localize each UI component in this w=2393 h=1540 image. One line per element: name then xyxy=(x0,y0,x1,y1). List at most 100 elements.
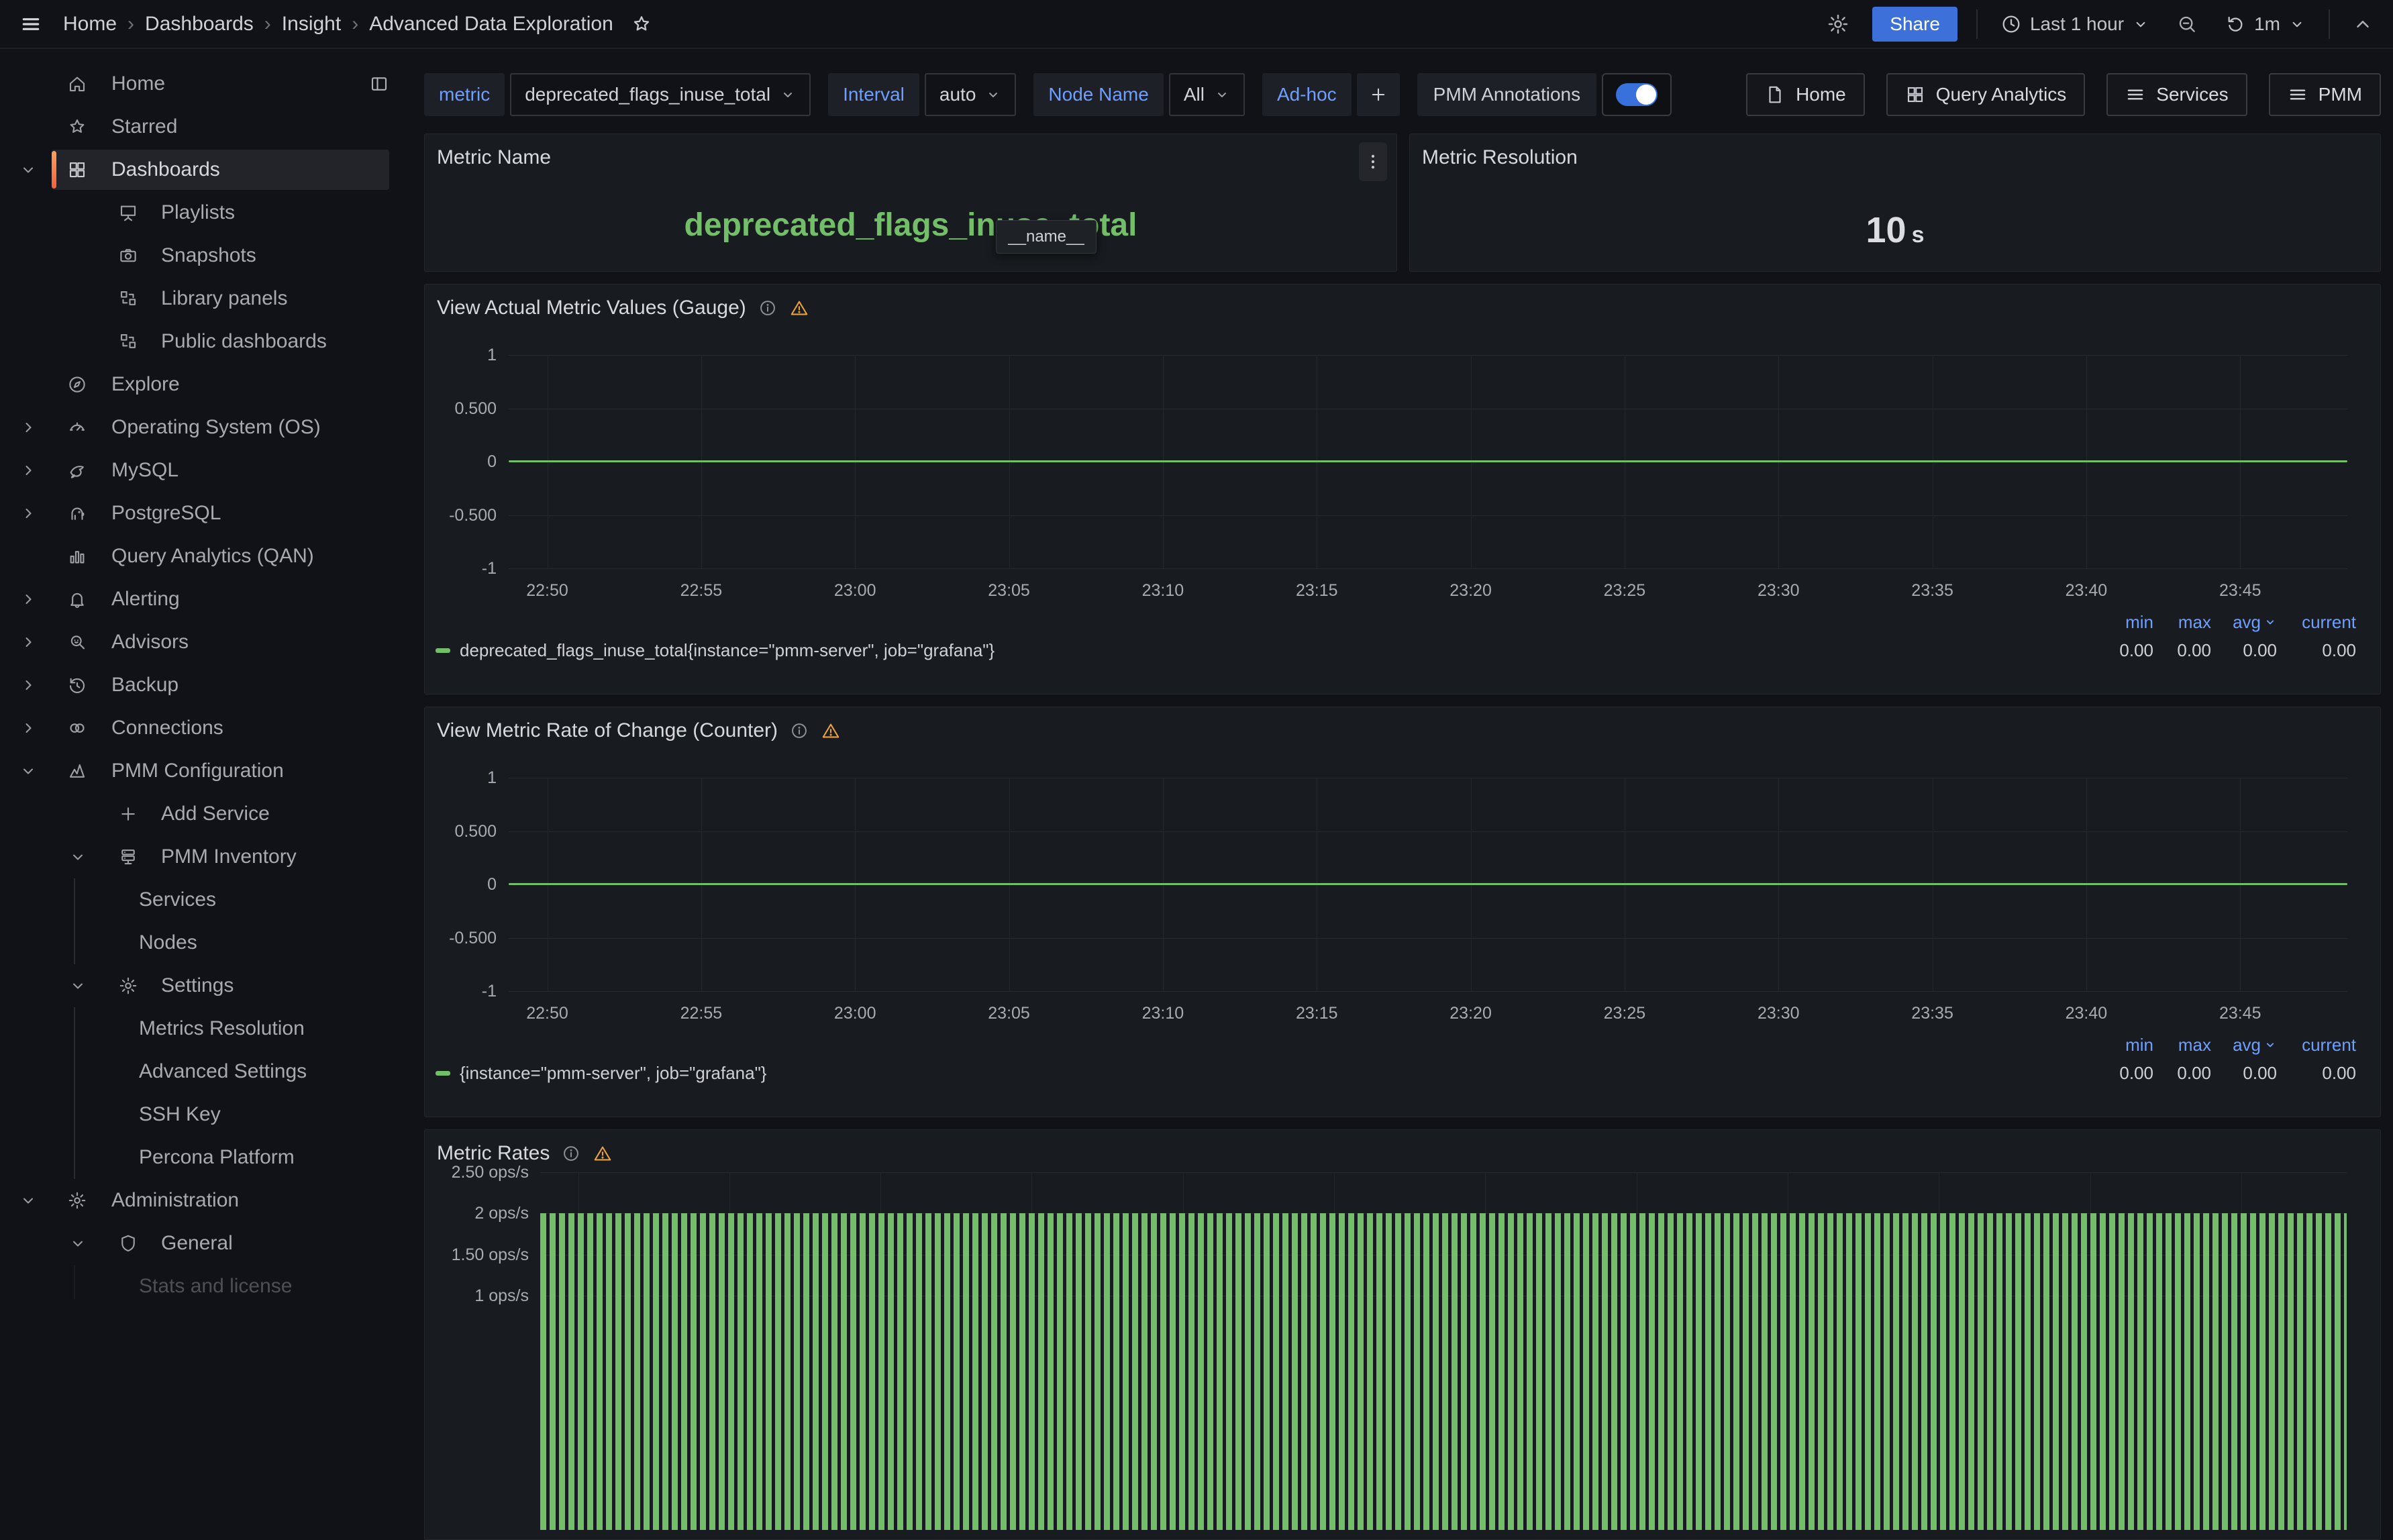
legend-header-min[interactable]: min xyxy=(2100,612,2153,633)
legend-series[interactable]: {instance="pmm-server", job="grafana"} xyxy=(436,1063,2100,1084)
sidebar-item-home[interactable]: Home xyxy=(0,62,424,105)
panel-menu-kebab-icon[interactable] xyxy=(1359,142,1387,181)
sidebar-item-starred[interactable]: Starred xyxy=(0,105,424,148)
legend-header-avg[interactable]: avg xyxy=(2211,612,2277,633)
legend-header-current[interactable]: current xyxy=(2277,1035,2356,1056)
legend-header-avg[interactable]: avg xyxy=(2211,1035,2277,1056)
link-button-home[interactable]: Home xyxy=(1746,73,1865,116)
sidebar-item-stats-and-license[interactable]: Stats and license xyxy=(0,1265,424,1299)
chevron-down-icon[interactable] xyxy=(20,1192,36,1209)
refresh-picker[interactable]: 1m xyxy=(2221,13,2310,36)
share-button[interactable]: Share xyxy=(1872,7,1957,42)
dashboard-settings-gear-icon[interactable] xyxy=(1823,12,1853,36)
chevron-down-icon[interactable] xyxy=(70,1235,86,1251)
x-axis-label: 23:35 xyxy=(1911,581,1953,601)
sidebar-item-general[interactable]: General xyxy=(0,1222,424,1265)
chevron-down-icon[interactable] xyxy=(20,162,36,178)
chevron-down-icon[interactable] xyxy=(70,849,86,865)
sidebar-item-add-service[interactable]: Add Service xyxy=(0,792,424,835)
presentation-icon xyxy=(118,203,138,223)
dock-menu-icon[interactable] xyxy=(369,74,389,94)
add-adhoc-filter-button[interactable] xyxy=(1357,73,1400,116)
warning-icon[interactable] xyxy=(789,298,809,318)
chevron-right-icon[interactable] xyxy=(20,419,36,435)
sidebar-item-nodes[interactable]: Nodes xyxy=(0,921,424,964)
legend-header-max[interactable]: max xyxy=(2153,612,2211,633)
sidebar-item-advanced-settings[interactable]: Advanced Settings xyxy=(0,1050,424,1093)
metric-name-value: deprecated_flags_inuse_total xyxy=(425,207,1396,244)
sidebar-item-settings[interactable]: Settings xyxy=(0,964,424,1007)
sidebar-item-ssh-key[interactable]: SSH Key xyxy=(0,1093,424,1136)
sidebar-item-pmm-inventory[interactable]: PMM Inventory xyxy=(0,835,424,878)
dashboard-links: Home Query Analytics Services PMM xyxy=(1746,73,2381,116)
legend-header-max[interactable]: max xyxy=(2153,1035,2211,1056)
connections-icon xyxy=(67,718,87,738)
warning-icon[interactable] xyxy=(593,1143,613,1164)
collapse-topbar-chevron-up-icon[interactable] xyxy=(2349,13,2377,35)
sidebar-item-postgresql[interactable]: PostgreSQL xyxy=(0,492,424,535)
sidebar-item-library-panels[interactable]: Library panels xyxy=(0,277,424,320)
chevron-down-icon[interactable] xyxy=(70,978,86,994)
link-button-pmm[interactable]: PMM xyxy=(2269,73,2381,116)
sidebar-item-playlists[interactable]: Playlists xyxy=(0,191,424,234)
chevron-right-icon[interactable] xyxy=(20,720,36,736)
sidebar-item-public-dashboards[interactable]: Public dashboards xyxy=(0,320,424,363)
legend-series[interactable]: deprecated_flags_inuse_total{instance="p… xyxy=(436,640,2100,661)
chevron-right-icon[interactable] xyxy=(20,677,36,693)
x-axis-label: 23:25 xyxy=(1604,1004,1646,1023)
link-button-services[interactable]: Services xyxy=(2106,73,2247,116)
metric-resolution-value: 10s xyxy=(1410,209,2380,251)
chevron-right-icon[interactable] xyxy=(20,462,36,478)
sidebar-item-mysql[interactable]: MySQL xyxy=(0,449,424,492)
menu-toggle-icon[interactable] xyxy=(16,9,46,39)
sidebar-item-label: Explore xyxy=(111,373,180,396)
sidebar-item-operating-system-os[interactable]: Operating System (OS) xyxy=(0,406,424,449)
legend-header-min[interactable]: min xyxy=(2100,1035,2153,1056)
y-axis-label: -1 xyxy=(421,981,497,1001)
sidebar-item-label: Query Analytics (QAN) xyxy=(111,545,314,568)
sidebar-item-connections[interactable]: Connections xyxy=(0,707,424,750)
breadcrumb-dashboards[interactable]: Dashboards xyxy=(145,13,254,36)
sidebar-item-alerting[interactable]: Alerting xyxy=(0,578,424,621)
legend-header-current[interactable]: current xyxy=(2277,612,2356,633)
pmm-annotations-toggle[interactable] xyxy=(1602,73,1672,116)
chevron-down-icon[interactable] xyxy=(20,763,36,779)
breadcrumb-home[interactable]: Home xyxy=(63,13,117,36)
list-icon xyxy=(2125,85,2145,105)
favorite-star-icon[interactable] xyxy=(627,13,656,36)
info-icon[interactable] xyxy=(790,721,809,740)
sidebar-item-dashboards[interactable]: Dashboards xyxy=(0,148,424,191)
sidebar-item-services[interactable]: Services xyxy=(0,878,424,921)
info-icon[interactable] xyxy=(758,299,777,317)
sidebar-item-administration[interactable]: Administration xyxy=(0,1179,424,1222)
sidebar-item-pmm-configuration[interactable]: PMM Configuration xyxy=(0,750,424,792)
link-button-query-analytics[interactable]: Query Analytics xyxy=(1886,73,2086,116)
metric-variable-select[interactable]: deprecated_flags_inuse_total xyxy=(510,73,811,116)
info-icon[interactable] xyxy=(562,1144,580,1163)
sidebar-item-backup[interactable]: Backup xyxy=(0,664,424,707)
sidebar-item-explore[interactable]: Explore xyxy=(0,363,424,406)
time-range-picker[interactable]: Last 1 hour xyxy=(1996,13,2153,36)
adhoc-filter-label: Ad-hoc xyxy=(1262,73,1352,116)
sidebar-item-percona-platform[interactable]: Percona Platform xyxy=(0,1136,424,1179)
breadcrumb-insight[interactable]: Insight xyxy=(282,13,341,36)
chevron-right-icon[interactable] xyxy=(20,634,36,650)
zoom-out-time-icon[interactable] xyxy=(2172,13,2202,36)
time-series-plot[interactable]: 10.5000-0.500-122:5022:5523:0023:0523:10… xyxy=(509,778,2347,991)
sidebar-item-label: MySQL xyxy=(111,459,179,482)
chevron-right-icon[interactable] xyxy=(20,591,36,607)
sidebar-item-snapshots[interactable]: Snapshots xyxy=(0,234,424,277)
dashboard-controls-row: metric deprecated_flags_inuse_total Inte… xyxy=(424,73,2381,116)
sidebar-item-query-analytics-qan[interactable]: Query Analytics (QAN) xyxy=(0,535,424,578)
bar-chart-plot[interactable]: 2.50 ops/s2 ops/s1.50 ops/s1 ops/s xyxy=(540,1172,2347,1530)
time-series-plot[interactable]: 10.5000-0.500-122:5022:5523:0023:0523:10… xyxy=(509,355,2347,568)
chevron-right-icon[interactable] xyxy=(20,505,36,521)
sidebar-item-advisors[interactable]: Advisors xyxy=(0,621,424,664)
time-range-label: Last 1 hour xyxy=(2030,13,2124,35)
warning-icon[interactable] xyxy=(821,721,841,741)
interval-variable-select[interactable]: auto xyxy=(925,73,1017,116)
node-variable-select[interactable]: All xyxy=(1169,73,1245,116)
sidebar-item-metrics-resolution[interactable]: Metrics Resolution xyxy=(0,1007,424,1050)
history-icon xyxy=(67,675,87,695)
sidebar-item-label: Starred xyxy=(111,115,177,138)
